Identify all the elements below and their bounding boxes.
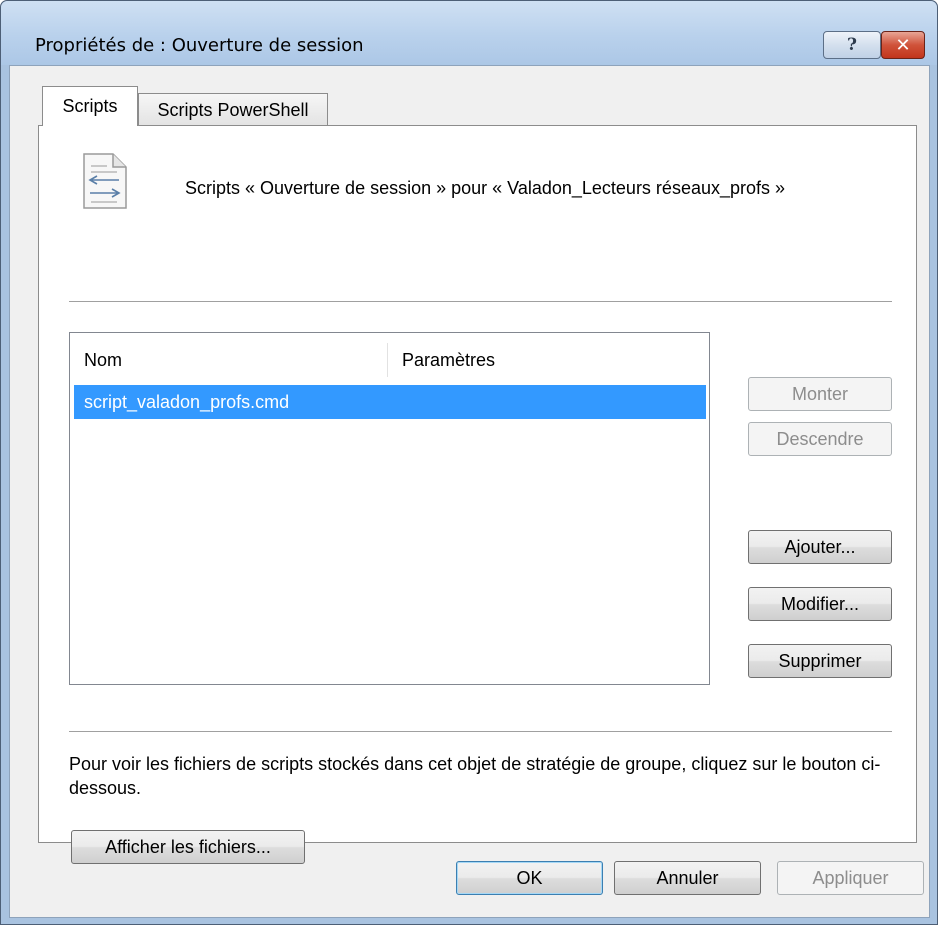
dialog-client-area: Scripts Scripts PowerShell Scripts « Ouv… [9,65,930,918]
info-separator [69,731,892,732]
scripts-header-text: Scripts « Ouverture de session » pour « … [185,178,786,198]
script-name-cell: script_valadon_profs.cmd [84,391,290,412]
move-down-button[interactable]: Descendre [748,422,892,456]
remove-button[interactable]: Supprimer [748,644,892,678]
tab-scripts[interactable]: Scripts [42,86,138,126]
scripts-tab-panel: Scripts « Ouverture de session » pour « … [38,125,917,864]
properties-dialog: Propriétés de : Ouverture de session ? ✕… [0,0,938,925]
scripts-list[interactable]: Nom Paramètres script_valadon_profs.cmd [69,332,710,685]
help-icon: ? [847,35,857,55]
close-button[interactable]: ✕ [881,31,925,59]
move-up-button[interactable]: Monter [748,377,892,411]
help-button[interactable]: ? [823,31,881,59]
column-header-nom[interactable]: Nom [70,343,388,377]
column-header-parametres[interactable]: Paramètres [388,343,708,377]
show-files-button[interactable]: Afficher les fichiers... [71,830,305,864]
ok-button[interactable]: OK [456,861,603,895]
cancel-button[interactable]: Annuler [614,861,761,895]
table-row[interactable]: script_valadon_profs.cmd [74,385,706,419]
edit-button[interactable]: Modifier... [748,587,892,621]
window-title: Propriétés de : Ouverture de session [35,35,364,56]
add-button[interactable]: Ajouter... [748,530,892,564]
script-file-icon [83,153,127,209]
header-separator [69,301,892,302]
tab-scripts-powershell[interactable]: Scripts PowerShell [138,93,328,126]
title-bar[interactable]: Propriétés de : Ouverture de session ? ✕ [1,1,937,65]
close-icon: ✕ [895,34,911,56]
apply-button[interactable]: Appliquer [777,861,924,895]
info-text: Pour voir les fichiers de scripts stocké… [69,754,881,798]
